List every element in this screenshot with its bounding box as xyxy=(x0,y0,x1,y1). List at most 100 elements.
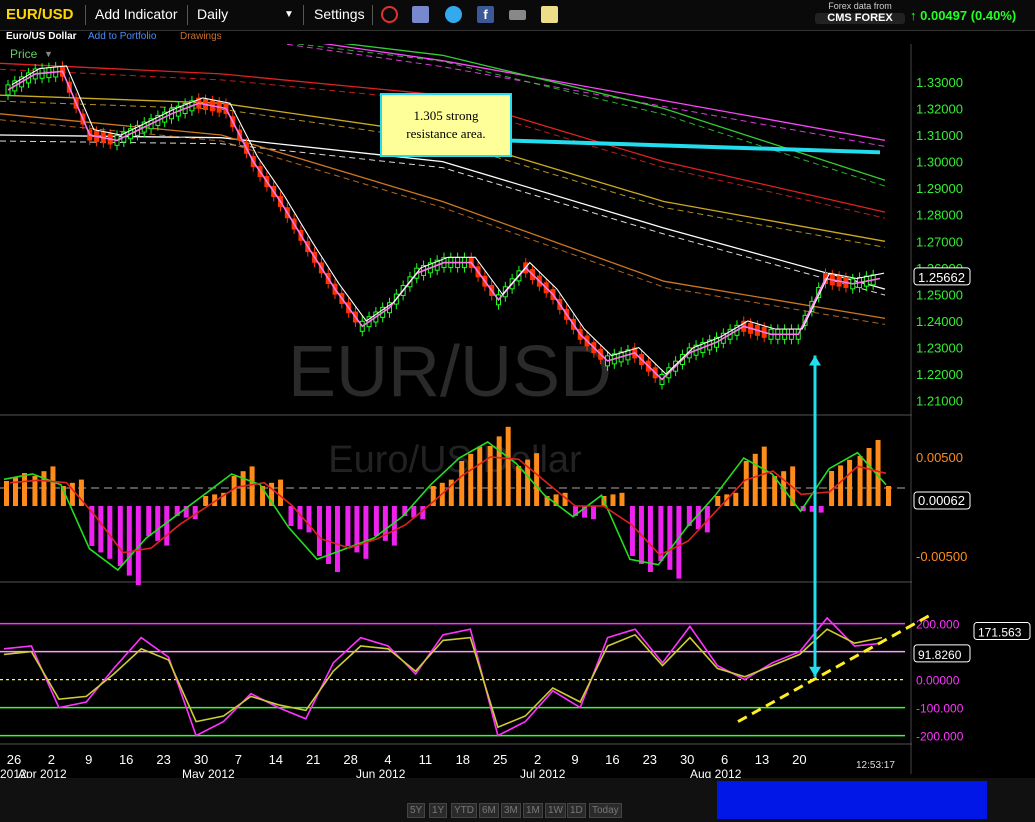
macd-bar xyxy=(126,506,132,576)
macd-bar xyxy=(838,465,844,506)
price-y-tick: 1.22000 xyxy=(916,367,963,382)
twitter-icon[interactable] xyxy=(445,6,462,23)
x-tick-label: 9 xyxy=(571,752,578,767)
toolbar-divider xyxy=(303,5,304,25)
price-y-tick: 1.25000 xyxy=(916,287,963,302)
month-label: Aug 2012 xyxy=(690,767,742,778)
price-y-tick: 1.27000 xyxy=(916,234,963,249)
x-tick-label: 28 xyxy=(343,752,357,767)
macd-bar xyxy=(391,506,397,546)
price-y-tick: 1.21000 xyxy=(916,394,963,409)
price-watermark: EUR/USD xyxy=(288,332,612,412)
x-tick-label: 6 xyxy=(721,752,728,767)
cci2-last-value: 91.8260 xyxy=(918,648,962,662)
x-axis: 26 2 9 16 23 30 7 14 21 28 4 11 18 25 2 9 16 23 30 6 13 20201… xyxy=(0,743,912,778)
range-button[interactable]: Today xyxy=(589,803,622,818)
macd-bar xyxy=(249,466,255,506)
cci-last-value: 171.563 xyxy=(978,626,1022,640)
note-icon[interactable] xyxy=(541,6,558,23)
price-y-tick: 1.31000 xyxy=(916,128,963,143)
macd-bar xyxy=(155,506,161,541)
x-tick-label: 2 xyxy=(534,752,541,767)
drawings-link[interactable]: Drawings xyxy=(180,31,222,42)
x-tick-label: 23 xyxy=(643,752,657,767)
x-tick-label: 26 xyxy=(7,752,21,767)
month-label: May 2012 xyxy=(182,767,235,778)
macd-bar xyxy=(98,506,104,553)
macd-bar xyxy=(164,506,170,546)
settings-button[interactable]: Settings xyxy=(314,6,365,22)
navigator-range-slider[interactable] xyxy=(717,781,987,819)
cci-y-tick: -100.000 xyxy=(916,702,964,716)
macd-bar xyxy=(505,426,511,506)
macd-bar xyxy=(847,459,853,506)
macd-bar xyxy=(496,436,502,506)
x-tick-label: 25 xyxy=(493,752,507,767)
range-button[interactable]: 3M xyxy=(501,803,521,818)
cci-y-tick: -200.000 xyxy=(916,730,964,744)
macd-bar xyxy=(278,479,284,506)
macd-bar xyxy=(373,506,379,536)
macd-bar xyxy=(459,461,465,506)
price-y-tick: 1.32000 xyxy=(916,101,963,116)
alarm-icon[interactable] xyxy=(381,6,398,23)
layers-icon[interactable] xyxy=(412,6,429,23)
macd-bar xyxy=(41,471,47,506)
macd-bar xyxy=(743,461,749,506)
symbol-label[interactable]: EUR/USD xyxy=(6,6,74,23)
price-y-tick: 1.33000 xyxy=(916,75,963,90)
macd-bar xyxy=(733,492,739,506)
price-y-tick: 1.29000 xyxy=(916,181,963,196)
range-button[interactable]: 1D xyxy=(567,803,586,818)
binoculars-icon[interactable] xyxy=(509,10,526,20)
month-label: Apr 2012 xyxy=(18,767,67,778)
macd-bar xyxy=(715,496,721,506)
toolbar-divider xyxy=(85,5,86,25)
macd-bar xyxy=(146,506,152,536)
toolbar-divider xyxy=(372,5,373,25)
macd-bar xyxy=(695,506,701,530)
x-tick-label: 30 xyxy=(194,752,208,767)
range-button[interactable]: 5Y xyxy=(407,803,426,818)
x-tick-label: 30 xyxy=(680,752,694,767)
macd-bar xyxy=(676,506,682,579)
chevron-down-icon[interactable]: ▼ xyxy=(44,49,53,59)
price-panel-label[interactable]: Price xyxy=(10,47,37,61)
chevron-down-icon[interactable]: ▼ xyxy=(284,9,294,20)
month-label: Jul 2012 xyxy=(520,767,566,778)
range-button[interactable]: YTD xyxy=(451,803,477,818)
macd-bar xyxy=(516,466,522,506)
annotation-box xyxy=(380,93,512,157)
macd-bar xyxy=(22,473,27,506)
price-change: ↑ 0.00497 (0.40%) xyxy=(910,8,1016,23)
macd-bar xyxy=(50,466,56,506)
macd-bar xyxy=(4,481,9,506)
macd-bar xyxy=(629,506,635,556)
facebook-icon[interactable]: f xyxy=(477,6,494,23)
macd-bar xyxy=(658,506,664,561)
macd-bar xyxy=(345,506,351,546)
subbar: Euro/US Dollar Add to Portfolio Drawings xyxy=(0,30,300,44)
range-button[interactable]: 6M xyxy=(479,803,499,818)
price-y-tick: 1.28000 xyxy=(916,208,963,223)
arrow-head xyxy=(809,666,821,677)
range-button[interactable]: 1Y xyxy=(429,803,448,818)
macd-last-value: 0.00062 xyxy=(918,493,965,508)
macd-watermark: Euro/US Dollar xyxy=(328,439,582,481)
macd-bar xyxy=(857,456,863,506)
x-tick-label: 21 xyxy=(306,752,320,767)
macd-bar xyxy=(667,506,673,570)
add-indicator-button[interactable]: Add Indicator xyxy=(95,6,178,22)
chart-area[interactable]: EUR/USD 1.33000 1.32000 1.31000 1.30000 1.290… xyxy=(0,44,1035,778)
macd-bar xyxy=(619,492,625,506)
interval-select[interactable]: Daily xyxy=(197,6,228,22)
add-to-portfolio-link[interactable]: Add to Portfolio xyxy=(88,31,156,42)
instrument-name: Euro/US Dollar xyxy=(6,31,77,42)
range-button[interactable]: 1M xyxy=(523,803,543,818)
last-price-label: 1.25662 xyxy=(918,270,965,285)
cms-forex-logo: CMS FOREX xyxy=(815,13,905,24)
x-tick-label: 14 xyxy=(269,752,283,767)
range-button[interactable]: 1W xyxy=(545,803,566,818)
forex-logo: Forex data from CMS FOREX xyxy=(815,1,905,29)
macd-bar xyxy=(534,453,540,506)
